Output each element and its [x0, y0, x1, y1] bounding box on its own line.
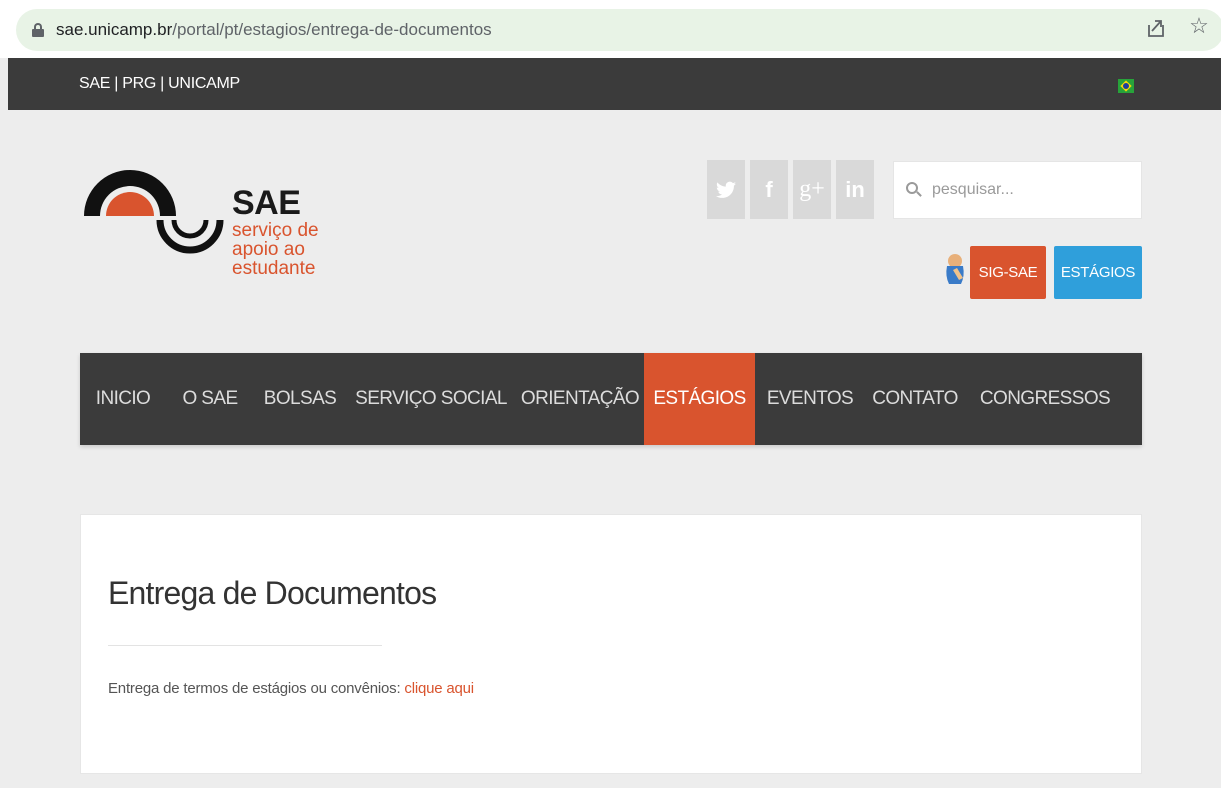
logo-subtitle-line: serviço de [232, 220, 319, 241]
main-nav: INICIO O SAE BOLSAS SERVIÇO SOCIAL ORIEN… [80, 353, 1142, 445]
top-links[interactable]: SAE | PRG | UNICAMP [79, 75, 240, 93]
brazil-flag-icon[interactable] [1118, 79, 1134, 93]
nav-item-eventos[interactable]: EVENTOS [755, 353, 865, 445]
page-title: Entrega de Documentos [108, 575, 437, 611]
sig-sae-button[interactable]: SIG-SAE [970, 246, 1046, 299]
url-text[interactable]: sae.unicamp.br/portal/pt/estagios/entreg… [56, 20, 492, 40]
lock-icon[interactable] [32, 23, 44, 37]
nav-item-servico-social[interactable]: SERVIÇO SOCIAL [346, 353, 516, 445]
linkedin-icon[interactable]: in [836, 160, 874, 219]
address-bar[interactable]: sae.unicamp.br/portal/pt/estagios/entreg… [16, 9, 1221, 51]
title-divider [108, 645, 382, 646]
nav-item-estagios[interactable]: ESTÁGIOS [644, 353, 755, 445]
clique-aqui-link[interactable]: clique aqui [404, 680, 474, 697]
user-icon [946, 254, 964, 284]
google-plus-glyph: g+ [799, 176, 825, 202]
logo-title: SAE [232, 184, 301, 222]
logo-mark [84, 170, 224, 254]
logo-subtitle-line: estudante [232, 258, 316, 279]
search-input[interactable] [932, 181, 1132, 199]
bookmark-star-icon[interactable]: ☆ [1187, 14, 1211, 38]
nav-item-bolsas[interactable]: BOLSAS [254, 353, 346, 445]
linkedin-glyph: in [845, 176, 865, 202]
top-utility-bar: SAE | PRG | UNICAMP [8, 58, 1221, 110]
url-path: /portal/pt/estagios/entrega-de-documento… [172, 20, 492, 39]
twitter-icon[interactable] [707, 160, 745, 219]
nav-item-contato[interactable]: CONTATO [865, 353, 965, 445]
content-paragraph: Entrega de termos de estágios ou convêni… [108, 680, 474, 697]
google-plus-icon[interactable]: g+ [793, 160, 831, 219]
nav-item-orientacao[interactable]: ORIENTAÇÃO [516, 353, 644, 445]
content-card: Entrega de Documentos Entrega de termos … [80, 514, 1142, 774]
sae-logo[interactable]: SAE serviço de apoio ao estudante [80, 158, 340, 298]
logo-subtitle: serviço de apoio ao estudante [232, 221, 352, 278]
nav-item-congressos[interactable]: CONGRESSOS [965, 353, 1125, 445]
url-host: sae.unicamp.br [56, 20, 173, 39]
search-box[interactable] [893, 161, 1142, 219]
estagios-button[interactable]: ESTÁGIOS [1054, 246, 1142, 299]
nav-item-inicio[interactable]: INICIO [80, 353, 166, 445]
facebook-glyph: f [765, 176, 773, 202]
facebook-icon[interactable]: f [750, 160, 788, 219]
content-text: Entrega de termos de estágios ou convêni… [108, 680, 405, 697]
share-icon[interactable] [1145, 17, 1167, 39]
browser-toolbar: sae.unicamp.br/portal/pt/estagios/entreg… [0, 0, 1221, 58]
logo-subtitle-line: apoio ao [232, 239, 305, 260]
nav-item-o-sae[interactable]: O SAE [166, 353, 254, 445]
search-icon [906, 182, 922, 198]
